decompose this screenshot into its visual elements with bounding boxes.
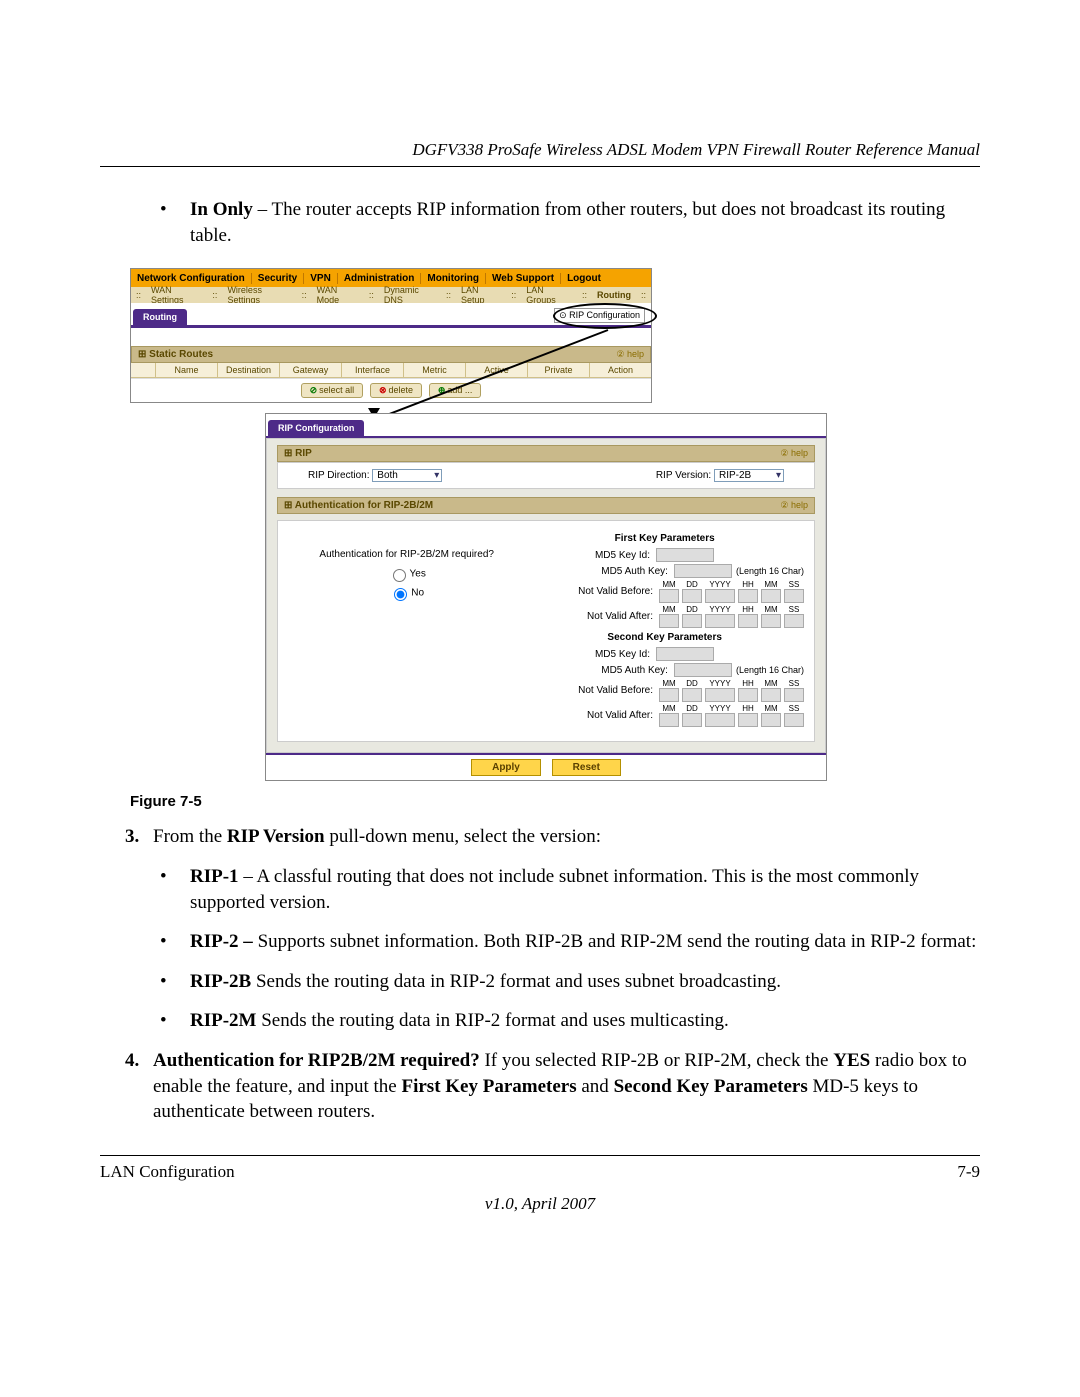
nav-administration[interactable]: Administration [338,273,422,284]
nav-network-config[interactable]: Network Configuration [131,273,252,284]
not-valid-before-label-1: Not Valid Before: [553,586,659,597]
screenshot-rip-config: RIP Configuration ⊞ RIP ② help RIP Direc… [265,413,827,781]
second-key-heading: Second Key Parameters [525,632,804,643]
md5-key-id-label-2: MD5 Key Id: [550,649,656,660]
tab-rip-configuration[interactable]: RIP Configuration [268,420,364,436]
page-number: 7-9 [957,1162,980,1182]
nva2-hh[interactable] [738,713,758,727]
subnav-lan-setup[interactable]: LAN Setup [456,285,506,305]
delete-button[interactable]: ⊗delete [370,383,422,398]
nvb2-mm[interactable] [659,688,679,702]
nvb1-yyyy[interactable] [705,589,735,603]
bullet-in-only: • In Only – The router accepts RIP infor… [160,197,980,248]
version-string: v1.0, April 2007 [100,1194,980,1214]
rip-direction-label: RIP Direction: [308,470,370,481]
not-valid-before-label-2: Not Valid Before: [553,685,659,696]
rip-2-bullet: • RIP-2 – Supports subnet information. B… [160,929,980,955]
nvb1-mm2[interactable] [761,589,781,603]
rip-2b-bullet: • RIP-2B Sends the routing data in RIP-2… [160,969,980,995]
nva2-yyyy[interactable] [705,713,735,727]
figure-caption: Figure 7-5 [130,793,980,810]
nva1-dd[interactable] [682,614,702,628]
help-link[interactable]: ② help [616,349,644,360]
md5-auth-key-label-1: MD5 Auth Key: [568,566,674,577]
auth-yes-radio[interactable] [393,569,406,582]
length-hint-1: (Length 16 Char) [736,566,804,576]
rip-version-select[interactable]: RIP-2B [714,469,784,482]
md5-key-id-label-1: MD5 Key Id: [550,550,656,561]
select-all-button[interactable]: ⊘select all [301,383,364,398]
md5-auth-key-input-2[interactable] [674,663,732,677]
md5-key-id-input-1[interactable] [656,548,714,562]
help-link-auth[interactable]: ② help [780,500,808,511]
first-key-heading: First Key Parameters [525,533,804,544]
static-routes-columns: Name Destination Gateway Interface Metri… [131,363,651,378]
subnav-wan-mode[interactable]: WAN Mode [312,285,364,305]
nav-monitoring[interactable]: Monitoring [421,273,486,284]
apply-button[interactable]: Apply [471,759,541,776]
nav-web-support[interactable]: Web Support [486,273,561,284]
rip-1-bullet: • RIP-1 – A classful routing that does n… [160,864,980,915]
nvb1-dd[interactable] [682,589,702,603]
no-label: No [411,588,424,599]
nvb2-mm2[interactable] [761,688,781,702]
page-footer: LAN Configuration 7-9 [100,1155,980,1182]
nvb2-dd[interactable] [682,688,702,702]
not-valid-after-label-1: Not Valid After: [553,611,659,622]
auth-question-label: Authentication for RIP-2B/2M required? [288,549,525,560]
rip-direction-select[interactable]: Both [372,469,442,482]
length-hint-2: (Length 16 Char) [736,665,804,675]
help-link-rip[interactable]: ② help [780,448,808,459]
subnav-routing[interactable]: Routing [592,290,636,300]
subnav-lan-groups[interactable]: LAN Groups [521,285,577,305]
reset-button[interactable]: Reset [552,759,621,776]
nva2-mm2[interactable] [761,713,781,727]
nva1-yyyy[interactable] [705,614,735,628]
rip-2m-bullet: • RIP-2M Sends the routing data in RIP-2… [160,1008,980,1034]
nvb2-hh[interactable] [738,688,758,702]
nva2-dd[interactable] [682,713,702,727]
bullet-in-only-label: In Only [190,199,253,220]
bullet-in-only-text: – The router accepts RIP information fro… [190,199,945,246]
subnav-dynamic-dns[interactable]: Dynamic DNS [379,285,441,305]
nva1-mm[interactable] [659,614,679,628]
nav-security[interactable]: Security [252,273,304,284]
nvb1-ss[interactable] [784,589,804,603]
nvb1-hh[interactable] [738,589,758,603]
not-valid-after-label-2: Not Valid After: [553,710,659,721]
tab-routing[interactable]: Routing [133,309,187,325]
nva2-ss[interactable] [784,713,804,727]
nvb2-yyyy[interactable] [705,688,735,702]
nav-logout[interactable]: Logout [561,273,607,284]
rip-section-header: ⊞ RIP ② help [277,445,815,462]
rip-version-label: RIP Version: [656,470,711,481]
md5-auth-key-input-1[interactable] [674,564,732,578]
subnav-wan-settings[interactable]: WAN Settings [146,285,207,305]
rip-config-link[interactable]: ⊙ RIP Configuration [554,308,645,323]
nva1-mm2[interactable] [761,614,781,628]
auth-section-header: ⊞ Authentication for RIP-2B/2M ② help [277,497,815,514]
footer-section: LAN Configuration [100,1162,235,1182]
yes-label: Yes [410,569,426,580]
nvb1-mm[interactable] [659,589,679,603]
subnav-wireless-settings[interactable]: Wireless Settings [222,285,296,305]
nav-vpn[interactable]: VPN [304,273,338,284]
page-header-title: DGFV338 ProSafe Wireless ADSL Modem VPN … [100,140,980,167]
nva1-hh[interactable] [738,614,758,628]
nva1-ss[interactable] [784,614,804,628]
md5-key-id-input-2[interactable] [656,647,714,661]
step-3: 3. From the RIP Version pull-down menu, … [125,824,980,850]
screenshot-routing-page: Network Configuration Security VPN Admin… [130,268,652,403]
nva2-mm[interactable] [659,713,679,727]
step-4: 4. Authentication for RIP2B/2M required?… [125,1048,980,1125]
static-routes-header: ⊞ Static Routes ② help [131,346,651,363]
auth-no-radio[interactable] [394,588,407,601]
md5-auth-key-label-2: MD5 Auth Key: [568,665,674,676]
nvb2-ss[interactable] [784,688,804,702]
sub-nav: :: WAN Settings:: Wireless Settings:: WA… [131,287,651,303]
